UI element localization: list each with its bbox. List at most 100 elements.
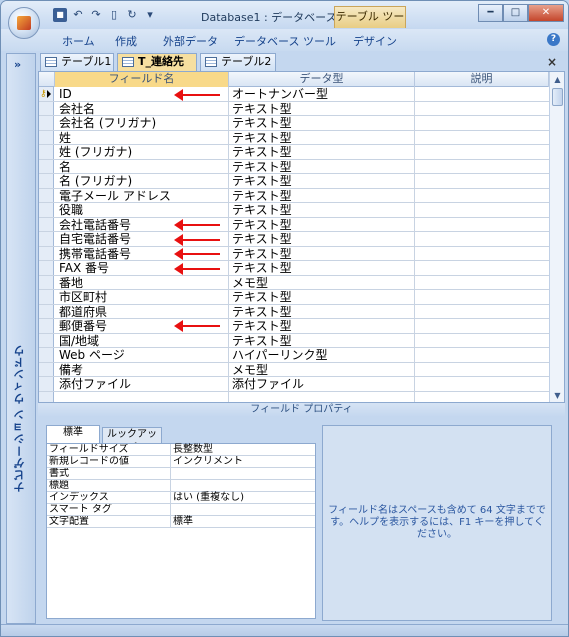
help-icon[interactable]: ?	[547, 33, 560, 46]
tab-general[interactable]: 標準	[46, 425, 100, 443]
field-name-cell[interactable]: 国/地域	[55, 333, 229, 347]
table-row[interactable]: 都道府県 テキスト型	[39, 304, 549, 319]
close-document-icon[interactable]: ×	[547, 55, 557, 69]
tab-design[interactable]: デザイン	[353, 33, 397, 49]
tab-table1[interactable]: テーブル1	[40, 53, 114, 71]
description-cell[interactable]	[415, 218, 549, 232]
property-row[interactable]: 書式	[47, 468, 315, 480]
row-selector[interactable]	[39, 246, 54, 260]
property-row[interactable]: 新規レコードの値 インクリメント	[47, 456, 315, 468]
property-value[interactable]	[173, 468, 313, 479]
description-cell[interactable]	[415, 261, 549, 275]
property-value[interactable]	[173, 480, 313, 491]
table-row[interactable]: 役職 テキスト型	[39, 203, 549, 218]
field-name-cell[interactable]: 名	[55, 159, 229, 173]
data-type-cell[interactable]: テキスト型	[229, 145, 415, 159]
description-cell[interactable]	[415, 392, 549, 403]
field-name-cell[interactable]: 役職	[55, 203, 229, 217]
expand-nav-button[interactable]: »	[14, 58, 21, 71]
description-cell[interactable]	[415, 377, 549, 391]
data-type-cell[interactable]: 添付ファイル	[229, 377, 415, 391]
description-cell[interactable]	[415, 348, 549, 362]
data-type-cell[interactable]: テキスト型	[229, 203, 415, 217]
property-value[interactable]: はい (重複なし)	[173, 492, 313, 503]
field-name-cell[interactable]: 姓 (フリガナ)	[55, 145, 229, 159]
field-name-cell[interactable]: 市区町村	[55, 290, 229, 304]
property-row[interactable]: インデックス はい (重複なし)	[47, 492, 315, 504]
data-type-cell[interactable]	[229, 391, 415, 402]
refresh-icon[interactable]: ↻	[125, 8, 139, 22]
property-row[interactable]: スマート タグ	[47, 504, 315, 516]
table-row[interactable]: 会社名 (フリガナ) テキスト型	[39, 116, 549, 131]
table-row[interactable]: 国/地域 テキスト型	[39, 333, 549, 348]
row-selector[interactable]	[39, 232, 54, 246]
row-selector[interactable]	[39, 290, 54, 304]
description-cell[interactable]	[415, 116, 549, 130]
property-value[interactable]: 標準	[173, 516, 313, 527]
row-selector[interactable]	[39, 130, 54, 144]
vertical-scrollbar[interactable]: ▲ ▼	[549, 72, 564, 402]
data-type-cell[interactable]: テキスト型	[229, 174, 415, 188]
row-selector[interactable]	[39, 391, 54, 402]
row-selector[interactable]	[39, 145, 54, 159]
data-type-cell[interactable]: メモ型	[229, 362, 415, 376]
table-row[interactable]: 名テキスト型	[39, 159, 549, 174]
row-selector[interactable]	[39, 159, 54, 173]
tab-t-contacts[interactable]: T_連絡先	[117, 53, 197, 72]
redo-icon[interactable]: ↷	[89, 8, 103, 22]
description-cell[interactable]	[415, 102, 549, 116]
description-cell[interactable]	[415, 319, 549, 333]
row-selector-header[interactable]	[39, 72, 55, 87]
tab-create[interactable]: 作成	[115, 33, 137, 49]
field-name-cell[interactable]: 会社名	[55, 101, 229, 115]
description-cell[interactable]	[415, 276, 549, 290]
data-type-cell[interactable]: テキスト型	[229, 261, 415, 275]
description-cell[interactable]	[415, 247, 549, 261]
table-row[interactable]: ⚷ ID オートナンバー型	[39, 87, 549, 102]
office-button[interactable]	[8, 7, 40, 39]
tab-database-tools[interactable]: データベース ツール	[234, 33, 336, 49]
row-selector[interactable]	[39, 174, 54, 188]
data-type-cell[interactable]: ハイパーリンク型	[229, 348, 415, 362]
table-row[interactable]: 市区町村 テキスト型	[39, 290, 549, 305]
data-type-cell[interactable]: オートナンバー型	[229, 87, 415, 101]
data-type-cell[interactable]: テキスト型	[229, 232, 415, 246]
field-name-cell[interactable]: 都道府県	[55, 304, 229, 318]
data-type-cell[interactable]: テキスト型	[229, 304, 415, 318]
row-selector[interactable]	[39, 101, 54, 115]
row-selector[interactable]	[39, 362, 54, 376]
row-selector[interactable]	[39, 333, 54, 347]
row-selector[interactable]: ⚷	[39, 87, 54, 101]
table-row[interactable]: Web ページ ハイパーリンク型	[39, 348, 549, 363]
field-name-cell[interactable]: 備考	[55, 362, 229, 376]
property-value[interactable]: インクリメント	[173, 456, 313, 467]
table-row[interactable]: 備考 メモ型	[39, 362, 549, 377]
description-cell[interactable]	[415, 363, 549, 377]
description-cell[interactable]	[415, 290, 549, 304]
table-row[interactable]	[39, 391, 549, 403]
data-type-cell[interactable]: テキスト型	[229, 217, 415, 231]
customize-toolbar-icon[interactable]: ▾	[143, 8, 157, 22]
row-selector[interactable]	[39, 116, 54, 130]
data-type-cell[interactable]: メモ型	[229, 275, 415, 289]
row-selector[interactable]	[39, 203, 54, 217]
data-type-cell[interactable]: テキスト型	[229, 333, 415, 347]
data-type-cell[interactable]: テキスト型	[229, 101, 415, 115]
data-type-cell[interactable]: テキスト型	[229, 319, 415, 333]
table-row[interactable]: 自宅電話番号 テキスト型	[39, 232, 549, 247]
tab-home[interactable]: ホーム	[62, 33, 95, 49]
table-row[interactable]: 会社名 テキスト型	[39, 101, 549, 116]
table-row[interactable]: 名 (フリガナ) テキスト型	[39, 174, 549, 189]
field-name-cell[interactable]: Web ページ	[55, 348, 229, 362]
data-type-cell[interactable]: テキスト型	[229, 130, 415, 144]
field-name-cell[interactable]: 番地	[55, 275, 229, 289]
save-icon[interactable]: ■	[53, 8, 67, 22]
new-document-icon[interactable]: ▯	[107, 8, 121, 22]
description-cell[interactable]	[415, 203, 549, 217]
table-row[interactable]: 携帯電話番号 テキスト型	[39, 246, 549, 261]
field-name-cell[interactable]: 姓	[55, 130, 229, 144]
table-row[interactable]: 姓テキスト型	[39, 130, 549, 145]
data-type-cell[interactable]: テキスト型	[229, 246, 415, 260]
table-row[interactable]: 姓 (フリガナ) テキスト型	[39, 145, 549, 160]
table-row[interactable]: 添付ファイル 添付ファイル	[39, 377, 549, 392]
